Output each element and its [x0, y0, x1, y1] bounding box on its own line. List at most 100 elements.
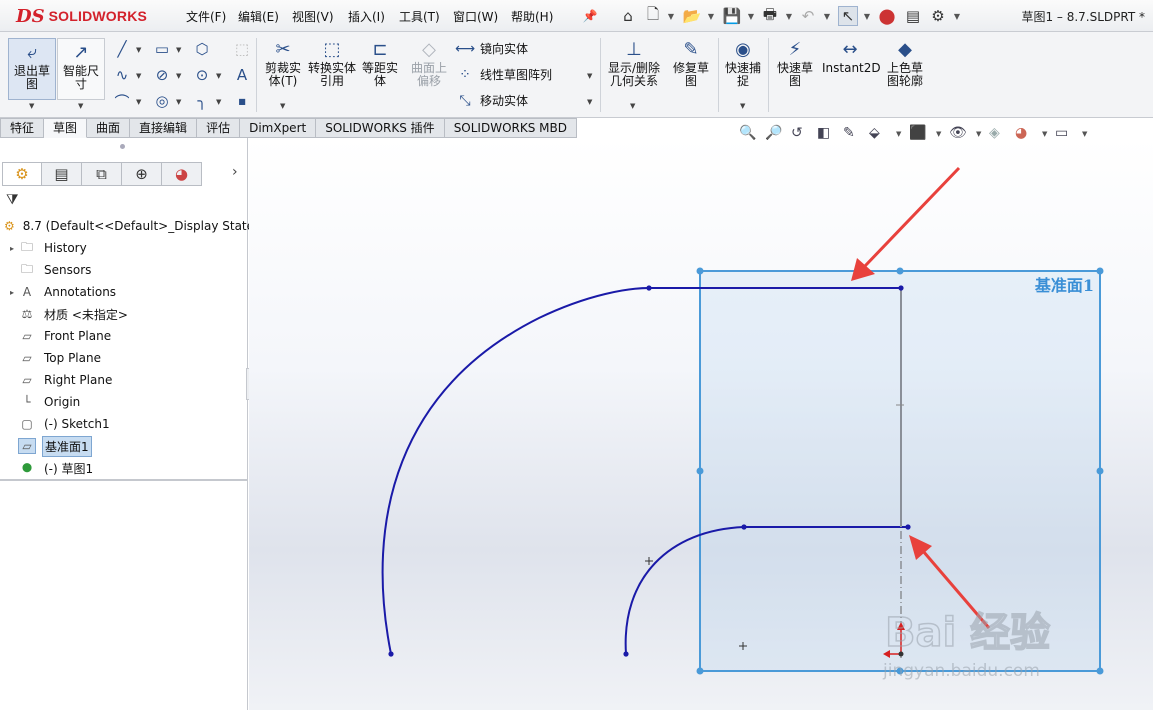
tree-item[interactable]: ▱ 基准面1 — [0, 435, 246, 457]
sketch-point[interactable] — [898, 285, 904, 291]
plane-handle[interactable] — [1096, 467, 1104, 475]
filter-icon[interactable]: ⧩ — [6, 192, 19, 208]
move-entities-button[interactable]: ⤡ 移动实体 — [456, 92, 528, 109]
plane-handle[interactable] — [1096, 667, 1104, 675]
rapid-sketch-button[interactable]: ⚡ 快速草图 — [772, 40, 818, 88]
sketch-canvas[interactable]: 基准面1 Bai 经验 jingyan.baidu.com — [249, 138, 1153, 710]
relations-dropdown-icon[interactable]: ▼ — [630, 102, 635, 110]
circle-dropdown-icon[interactable]: ▼ — [176, 98, 181, 106]
save-dropdown-icon[interactable]: ▼ — [746, 6, 756, 26]
tab-item[interactable]: 直接编辑 — [130, 118, 198, 138]
fillet-dropdown-icon[interactable]: ▼ — [216, 98, 221, 106]
repair-sketch-button[interactable]: ✎ 修复草图 — [668, 40, 714, 88]
undo-dropdown-icon[interactable]: ▼ — [822, 6, 832, 26]
panel-divider[interactable] — [0, 479, 247, 481]
linear-pattern-dropdown-icon[interactable]: ▼ — [587, 72, 592, 80]
display-delete-relations-button[interactable]: ⊥ 显示/删除几何关系 — [604, 40, 664, 88]
tree-item[interactable]: ⬤ (-) 草图1 — [0, 458, 246, 478]
rectangle-dropdown-icon[interactable]: ▼ — [176, 46, 181, 54]
tab-item[interactable]: 曲面 — [87, 118, 131, 138]
menu-item[interactable]: 工具(T) — [399, 8, 440, 25]
arc-dropdown-icon[interactable]: ▼ — [136, 98, 141, 106]
exit-sketch-button[interactable]: ⤶ 退出草图 — [8, 38, 56, 100]
new-dropdown-icon[interactable]: ▼ — [666, 6, 676, 26]
spline-icon[interactable]: ∿ — [112, 66, 132, 84]
chevron-right-icon[interactable]: › — [232, 164, 238, 180]
text-icon[interactable]: A — [232, 66, 252, 84]
rectangle-icon[interactable]: ▭ — [152, 40, 172, 58]
expand-arrow-icon[interactable]: ▸ — [6, 288, 18, 297]
tab-item[interactable]: 评估 — [197, 118, 241, 138]
tab-item[interactable]: 草图 — [44, 118, 88, 138]
point-icon[interactable]: ■ — [232, 92, 252, 110]
select-dropdown-icon[interactable]: ▼ — [862, 6, 872, 26]
menu-item[interactable]: 插入(I) — [348, 8, 385, 25]
sketch-point[interactable] — [646, 285, 652, 291]
instant2d-button[interactable]: ↔ Instant2D — [822, 40, 881, 75]
line-dropdown-icon[interactable]: ▼ — [136, 46, 141, 54]
plane-handle[interactable] — [696, 467, 704, 475]
tab-item[interactable]: SOLIDWORKS MBD — [444, 118, 577, 138]
view-orientation-dropdown-icon[interactable]: ▼ — [896, 130, 901, 138]
ellipse-dropdown-icon[interactable]: ▼ — [216, 72, 221, 80]
save-icon[interactable]: 💾 — [722, 6, 742, 26]
circle-icon[interactable]: ◎ — [152, 92, 172, 110]
arc-icon[interactable]: ⌒ — [112, 92, 132, 111]
smart-dimension-dropdown-icon[interactable]: ▼ — [78, 102, 83, 110]
linear-pattern-button[interactable]: ⁘ 线性草图阵列 — [456, 66, 552, 83]
tree-item[interactable]: 🗀 Sensors — [0, 260, 246, 280]
property-manager-tab[interactable]: ▤ — [42, 162, 82, 186]
spline-dropdown-icon[interactable]: ▼ — [136, 72, 141, 80]
fillet-icon[interactable]: ╮ — [192, 92, 212, 110]
tab-item[interactable]: SOLIDWORKS 插件 — [316, 118, 445, 138]
exit-sketch-dropdown-icon[interactable]: ▼ — [29, 102, 34, 110]
move-entities-dropdown-icon[interactable]: ▼ — [587, 98, 592, 106]
offset-on-surface-button[interactable]: ◇ 曲面上偏移 — [406, 40, 452, 88]
convert-entities-button[interactable]: ⬚ 转换实体引用 — [308, 40, 356, 88]
options-gear-icon[interactable]: ⚙ — [928, 6, 948, 26]
tab-item[interactable]: 特征 — [0, 118, 45, 138]
plane-handle[interactable] — [696, 267, 704, 275]
offset-entities-button[interactable]: ⊏ 等距实体 — [358, 40, 402, 88]
mirror-entities-button[interactable]: ⟷ 镜向实体 — [455, 40, 528, 57]
sketch-point[interactable] — [905, 524, 911, 530]
trim-dropdown-icon[interactable]: ▼ — [280, 102, 285, 110]
plane-handle[interactable] — [1096, 267, 1104, 275]
tree-item[interactable]: ▸ 🗀 History — [0, 238, 246, 258]
menu-item[interactable]: 视图(V) — [292, 8, 334, 25]
tab-item[interactable]: DimXpert — [240, 118, 317, 138]
feature-manager-tab[interactable]: ⚙ — [2, 162, 42, 186]
solidworks-logo[interactable]: DS SOLIDWORKS — [16, 4, 147, 28]
menu-item[interactable]: 窗口(W) — [453, 8, 498, 25]
trim-entities-button[interactable]: ✂ 剪裁实体(T) — [260, 40, 306, 88]
print-icon[interactable]: 🖶 — [760, 5, 780, 26]
options-dropdown-icon[interactable]: ▼ — [952, 6, 962, 26]
tree-item[interactable]: ⚖ 材质 <未指定> — [0, 304, 246, 324]
rebuild-traffic-light-icon[interactable]: ⬤ — [877, 6, 897, 26]
slot-icon[interactable]: ⊘ — [152, 66, 172, 84]
tree-item[interactable]: ▱ Front Plane — [0, 326, 246, 346]
quick-snaps-button[interactable]: ◉ 快速捕捉 — [720, 40, 766, 88]
line-icon[interactable]: ╱ — [112, 40, 132, 58]
apply-scene-dropdown-icon[interactable]: ▼ — [1042, 130, 1047, 138]
sketch-point[interactable] — [388, 651, 394, 657]
construction-geometry-icon[interactable]: ⬚ — [232, 40, 252, 58]
slot-dropdown-icon[interactable]: ▼ — [176, 72, 181, 80]
smart-dimension-button[interactable]: ↗ 智能尺寸 — [57, 38, 105, 100]
new-document-icon[interactable]: 🗋 — [643, 5, 663, 26]
tree-item[interactable]: ▸ A Annotations — [0, 282, 246, 302]
open-icon[interactable]: 📂 — [682, 6, 702, 26]
print-dropdown-icon[interactable]: ▼ — [784, 6, 794, 26]
sketch-point[interactable] — [623, 651, 629, 657]
sketch-point[interactable] — [741, 524, 747, 530]
hide-show-dropdown-icon[interactable]: ▼ — [976, 130, 981, 138]
display-style-dropdown-icon[interactable]: ▼ — [936, 130, 941, 138]
tree-item[interactable]: ▱ Top Plane — [0, 348, 246, 368]
dimxpert-manager-tab[interactable]: ⊕ — [122, 162, 162, 186]
pin-icon[interactable]: 📌 — [580, 6, 600, 26]
polygon-icon[interactable]: ⬡ — [192, 40, 212, 58]
menu-item[interactable]: 文件(F) — [186, 8, 226, 25]
menu-item[interactable]: 帮助(H) — [511, 8, 553, 25]
view-settings-dropdown-icon[interactable]: ▼ — [1082, 130, 1087, 138]
tree-item[interactable]: └ Origin — [0, 392, 246, 412]
